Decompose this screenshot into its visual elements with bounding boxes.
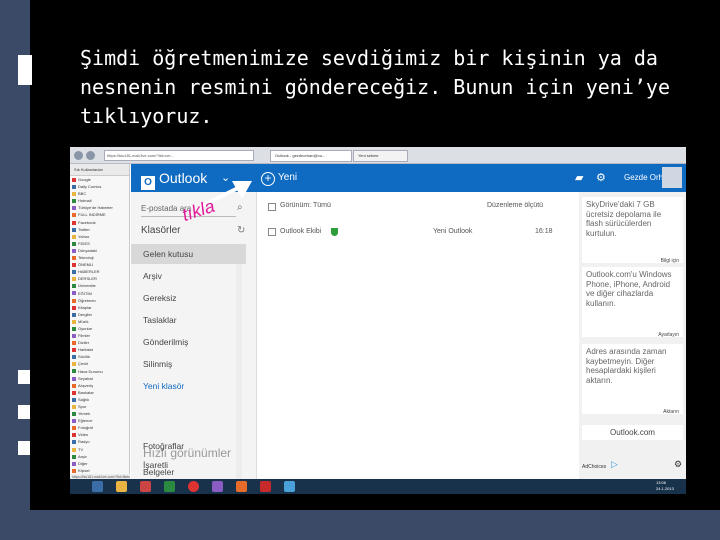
annotation-arrow-icon <box>199 181 252 209</box>
